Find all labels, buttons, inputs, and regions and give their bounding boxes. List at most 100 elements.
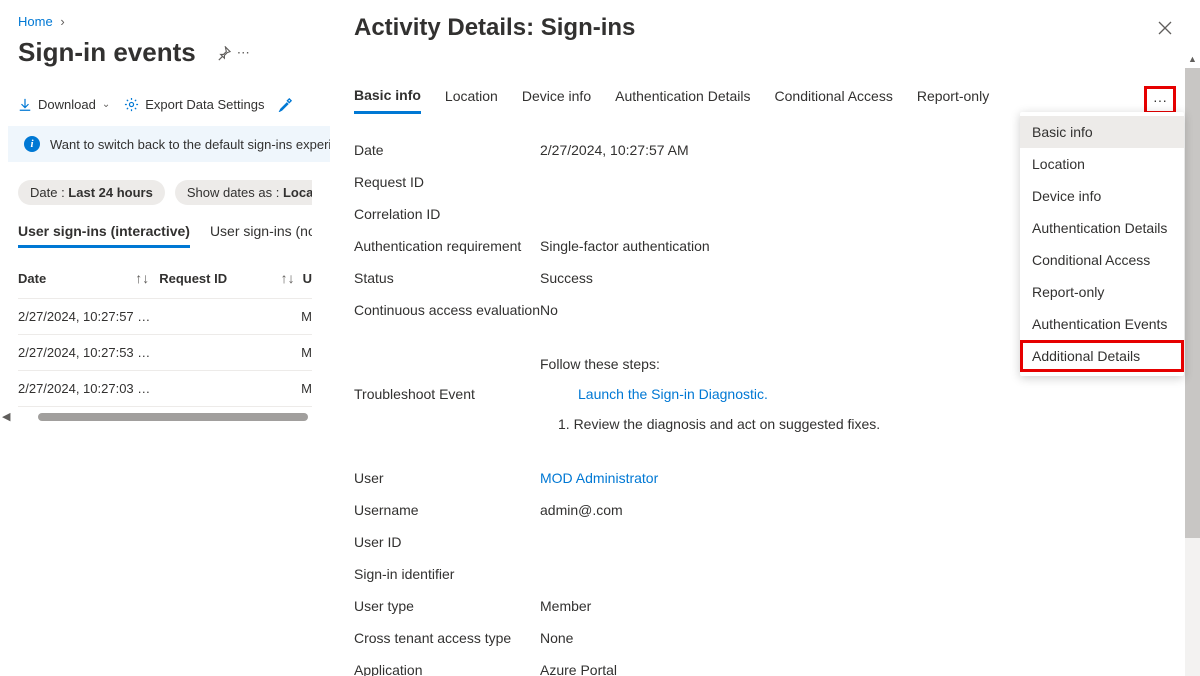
tab-location[interactable]: Location — [445, 88, 498, 112]
filter-show-value: Loca — [283, 185, 312, 200]
sort-icon[interactable]: ↑↓ — [135, 270, 149, 286]
ellipsis-icon: ··· — [1153, 92, 1167, 108]
scroll-left-icon[interactable]: ◀ — [2, 410, 10, 423]
label-user: User — [354, 470, 540, 486]
label-troubleshoot: Troubleshoot Event — [354, 356, 540, 402]
left-pane: Home › Sign-in events ⋯ Download ⌄ Expor… — [0, 0, 330, 676]
col-date[interactable]: Date ↑↓ — [18, 270, 159, 298]
label-cross-tenant: Cross tenant access type — [354, 630, 540, 646]
more-icon[interactable]: ⋯ — [237, 45, 250, 61]
filter-showdates[interactable]: Show dates as : Loca — [175, 180, 312, 205]
page-title-row: Sign-in events ⋯ — [18, 37, 312, 68]
filters: Date : Last 24 hours Show dates as : Loc… — [18, 180, 312, 205]
tab-basic-info[interactable]: Basic info — [354, 87, 421, 114]
troubleshoot-step1: 1. Review the diagnosis and act on sugge… — [558, 416, 1176, 432]
menu-basic-info[interactable]: Basic info — [1020, 116, 1184, 148]
export-label: Export Data Settings — [145, 97, 264, 112]
cell-rid — [155, 309, 294, 324]
details-panel: Activity Details: Sign-ins Basic info Lo… — [330, 0, 1200, 676]
info-bar[interactable]: i Want to switch back to the default sig… — [8, 126, 348, 162]
tabs-overflow-menu: Basic info Location Device info Authenti… — [1020, 112, 1184, 376]
download-icon — [18, 96, 32, 112]
panel-tabs: Basic info Location Device info Authenti… — [354, 86, 1176, 114]
page-title: Sign-in events — [18, 37, 196, 68]
tab-noninteractive[interactable]: User sign-ins (nor — [210, 223, 312, 248]
menu-auth-events[interactable]: Authentication Events — [1020, 308, 1184, 340]
menu-report-only[interactable]: Report-only — [1020, 276, 1184, 308]
horizontal-scrollbar[interactable] — [38, 413, 308, 421]
menu-conditional-access[interactable]: Conditional Access — [1020, 244, 1184, 276]
user-link[interactable]: MOD Administrator — [540, 470, 658, 486]
tab-conditional-access[interactable]: Conditional Access — [775, 88, 893, 112]
label-date: Date — [354, 142, 540, 158]
panel-header: Activity Details: Sign-ins — [354, 0, 1176, 42]
gear-icon — [124, 96, 139, 112]
sub-tabs: User sign-ins (interactive) User sign-in… — [18, 223, 312, 248]
menu-device-info[interactable]: Device info — [1020, 180, 1184, 212]
filter-show-label: Show dates as : — [187, 185, 283, 200]
chevron-down-icon: ⌄ — [102, 99, 110, 110]
label-cae: Continuous access evaluation — [354, 302, 540, 318]
panel-title: Activity Details: Sign-ins — [354, 14, 635, 42]
table-header: Date ↑↓ Request ID ↑↓ U — [18, 270, 312, 298]
label-user-type: User type — [354, 598, 540, 614]
tab-interactive[interactable]: User sign-ins (interactive) — [18, 223, 190, 248]
launch-diagnostic-link[interactable]: Launch the Sign-in Diagnostic. — [578, 386, 1176, 402]
breadcrumb-home[interactable]: Home — [18, 14, 53, 29]
value-user-type: Member — [540, 598, 1176, 614]
table-row[interactable]: 2/27/2024, 10:27:53 … M — [18, 334, 312, 370]
chevron-right-icon: › — [60, 14, 64, 29]
menu-auth-details[interactable]: Authentication Details — [1020, 212, 1184, 244]
filter-date-label: Date : — [30, 185, 68, 200]
col-request[interactable]: Request ID ↑↓ — [159, 270, 302, 298]
cell-date: 2/27/2024, 10:27:53 … — [18, 345, 155, 360]
col-request-label: Request ID — [159, 271, 227, 286]
label-signin-id: Sign-in identifier — [354, 566, 540, 582]
tab-auth-details[interactable]: Authentication Details — [615, 88, 750, 112]
cell-extra: M — [293, 309, 312, 324]
pin-icon[interactable] — [216, 44, 231, 60]
breadcrumb: Home › — [18, 0, 312, 29]
cell-rid — [155, 345, 294, 360]
toolbar: Download ⌄ Export Data Settings — [18, 96, 312, 112]
info-text: Want to switch back to the default sign-… — [50, 137, 331, 152]
cell-date: 2/27/2024, 10:27:57 … — [18, 309, 155, 324]
tabs-overflow-button[interactable]: ··· — [1144, 86, 1176, 114]
tab-report-only[interactable]: Report-only — [917, 88, 989, 112]
label-correlation-id: Correlation ID — [354, 206, 540, 222]
table-row[interactable]: 2/27/2024, 10:27:57 … M — [18, 298, 312, 334]
vertical-scrollbar-track[interactable]: ▲ — [1185, 68, 1200, 676]
value-signin-id — [540, 566, 1176, 582]
export-button[interactable]: Export Data Settings — [124, 96, 264, 112]
col-extra-label: U — [303, 271, 312, 286]
value-username: admin@.com — [540, 502, 1176, 518]
table-row[interactable]: 2/27/2024, 10:27:03 … M — [18, 370, 312, 407]
col-date-label: Date — [18, 271, 46, 286]
tab-device-info[interactable]: Device info — [522, 88, 591, 112]
label-status: Status — [354, 270, 540, 286]
download-button[interactable]: Download ⌄ — [18, 96, 110, 112]
filter-date-value: Last 24 hours — [68, 185, 153, 200]
label-application: Application — [354, 662, 540, 676]
download-label: Download — [38, 97, 96, 112]
label-username: Username — [354, 502, 540, 518]
cell-extra: M — [293, 381, 312, 396]
close-icon — [1158, 21, 1172, 35]
label-auth-req: Authentication requirement — [354, 238, 540, 254]
sort-icon[interactable]: ↑↓ — [281, 270, 295, 286]
value-user-id — [540, 534, 1176, 550]
label-request-id: Request ID — [354, 174, 540, 190]
value-application: Azure Portal — [540, 662, 1176, 676]
signins-table: Date ↑↓ Request ID ↑↓ U 2/27/2024, 10:27… — [18, 270, 312, 421]
value-user: MOD Administrator — [540, 470, 1176, 486]
vertical-scrollbar-thumb[interactable] — [1185, 68, 1200, 538]
col-extra[interactable]: U — [303, 270, 312, 298]
value-cross-tenant: None — [540, 630, 1176, 646]
filter-date[interactable]: Date : Last 24 hours — [18, 180, 165, 205]
close-button[interactable] — [1154, 15, 1176, 41]
menu-additional-details[interactable]: Additional Details — [1020, 340, 1184, 372]
wrench-icon[interactable] — [278, 96, 293, 112]
scroll-up-icon[interactable]: ▲ — [1185, 54, 1200, 64]
menu-location[interactable]: Location — [1020, 148, 1184, 180]
cell-date: 2/27/2024, 10:27:03 … — [18, 381, 155, 396]
